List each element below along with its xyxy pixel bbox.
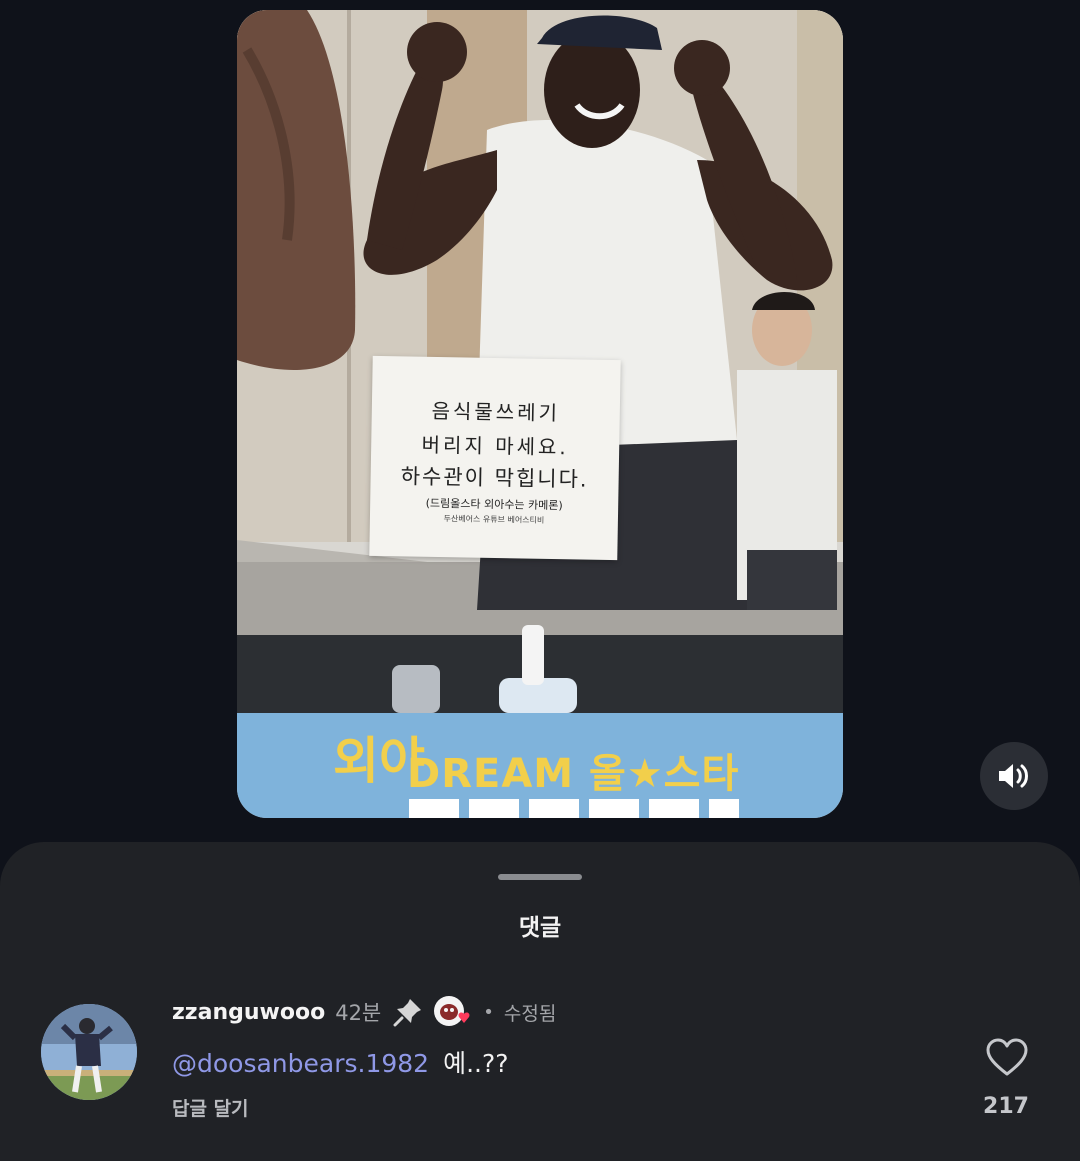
banner-headline: DREAM 올★스타 xyxy=(407,751,740,797)
video-banner: 외야 DREAM 올★스타 xyxy=(237,713,843,818)
banner-decoration xyxy=(409,799,739,818)
comments-sheet: 댓글 zzanguwooo 42분 • 수정됨 @doosanbears.198… xyxy=(0,842,1080,1161)
heart-icon xyxy=(986,1038,1028,1076)
sound-toggle-button[interactable] xyxy=(980,742,1048,810)
comment-text: 예..?? xyxy=(443,1049,509,1078)
sheet-drag-handle[interactable] xyxy=(498,874,582,880)
sheet-title: 댓글 xyxy=(518,915,562,941)
creator-liked-icon xyxy=(433,995,471,1029)
meta-separator: • xyxy=(483,1001,494,1023)
like-button[interactable] xyxy=(986,1038,1028,1078)
comment-header: zzanguwooo 42분 • 수정됨 xyxy=(172,994,556,1030)
edited-label: 수정됨 xyxy=(503,1002,557,1025)
comment-username[interactable]: zzanguwooo xyxy=(172,1000,325,1025)
like-count: 217 xyxy=(983,1094,1029,1119)
avatar[interactable] xyxy=(41,1004,137,1100)
avatar-image xyxy=(41,1004,137,1100)
sign-line: 음식물쓰레기 xyxy=(431,398,561,426)
comment-body: @doosanbears.1982 예..?? xyxy=(172,1044,509,1080)
sign-line: 버리지 마세요. xyxy=(421,432,569,460)
video-player[interactable]: 음식물쓰레기 버리지 마세요. 하수관이 막힙니다. (드림올스타 외아수는 카… xyxy=(237,10,843,818)
speaker-icon xyxy=(999,764,1028,788)
sign-line: (드림올스타 외아수는 카메론) xyxy=(425,496,563,513)
reply-button[interactable]: 답글 달기 xyxy=(172,1094,249,1121)
sign-line: 두산베어스 유튜브 베어스티비 xyxy=(443,514,545,525)
sign-line: 하수관이 막힙니다. xyxy=(400,464,589,492)
comment-time: 42분 xyxy=(335,1001,382,1025)
notice-sign: 음식물쓰레기 버리지 마세요. 하수관이 막힙니다. (드림올스타 외아수는 카… xyxy=(369,355,621,561)
app-screen: 음식물쓰레기 버리지 마세요. 하수관이 막힙니다. (드림올스타 외아수는 카… xyxy=(0,0,1080,1161)
mention-link[interactable]: @doosanbears.1982 xyxy=(172,1049,429,1078)
pin-icon xyxy=(393,997,423,1027)
